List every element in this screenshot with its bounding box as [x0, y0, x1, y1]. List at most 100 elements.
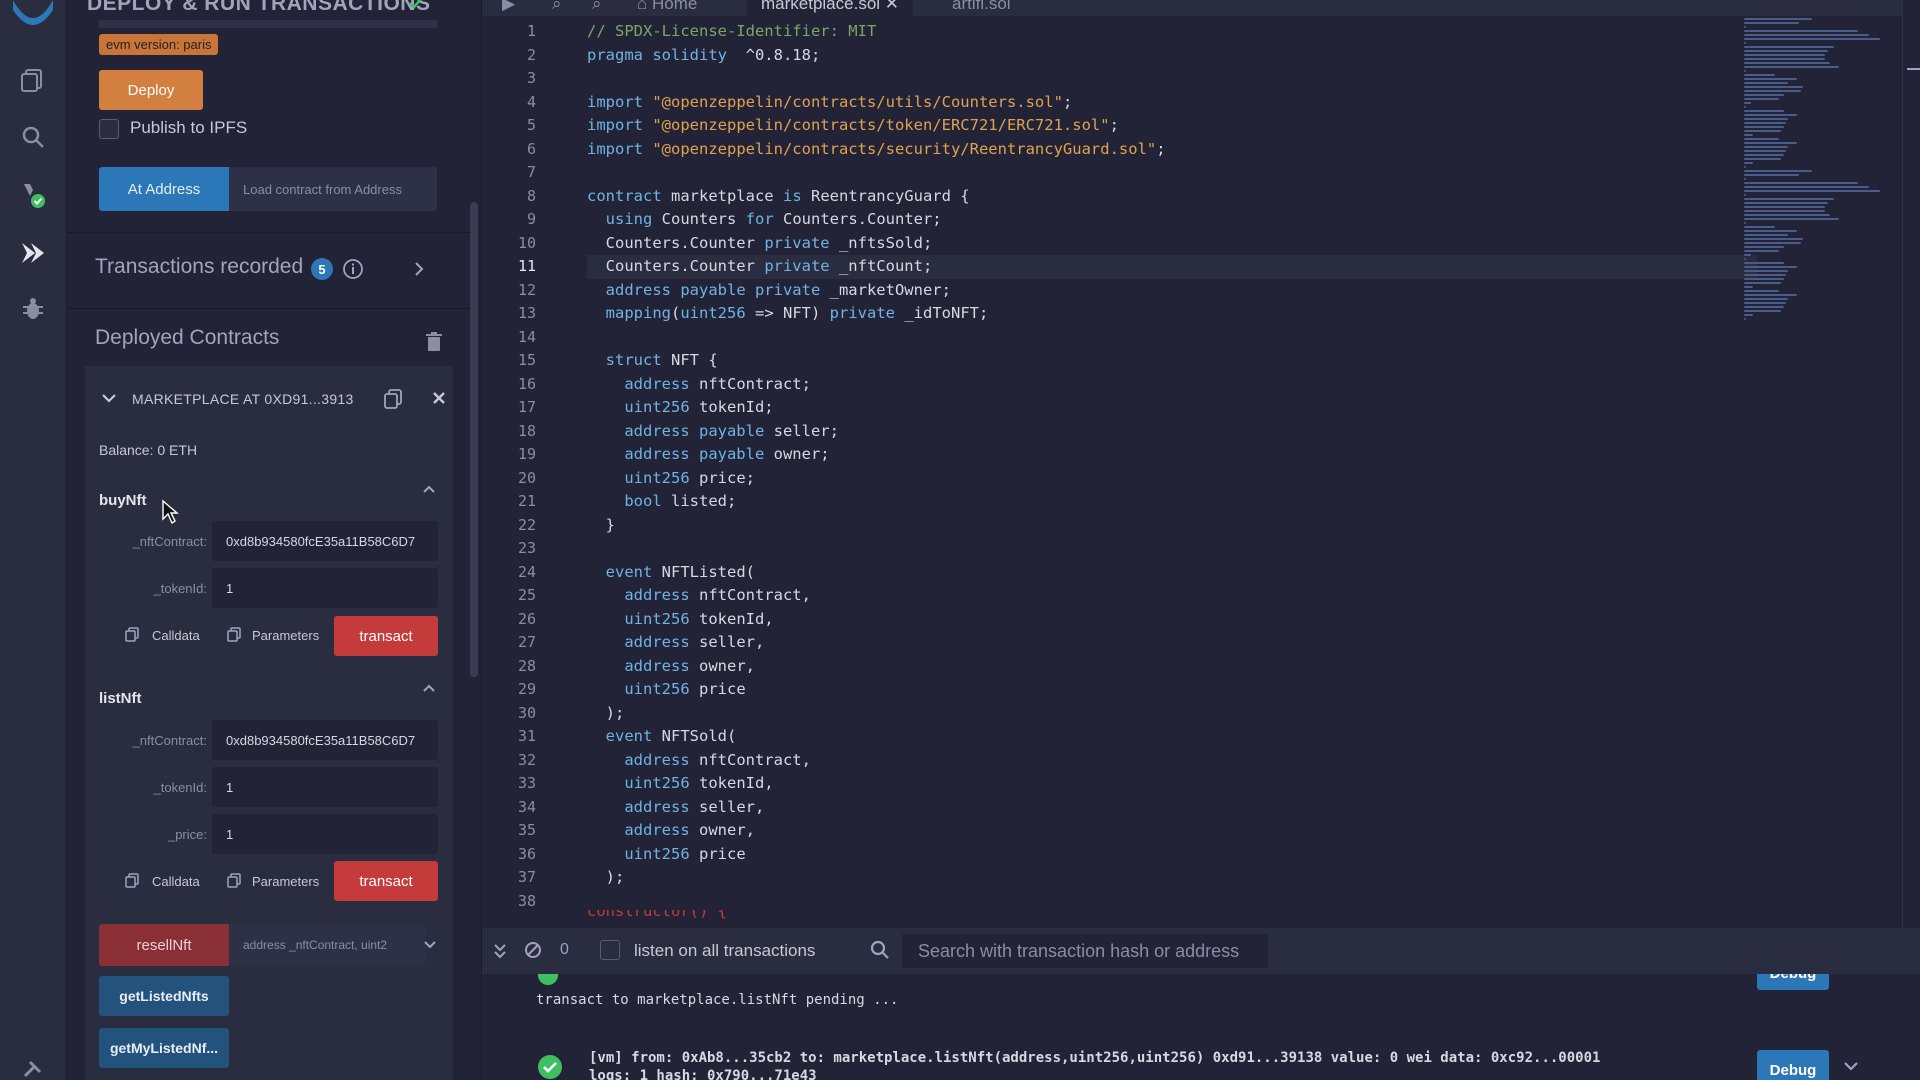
tab-marketplace[interactable]: marketplace.sol ✕ [747, 0, 914, 16]
remix-logo-icon[interactable] [10, 0, 56, 32]
code-line[interactable]: pragma solidity ^0.8.18; [587, 44, 1757, 68]
code-line[interactable]: Counters.Counter private _nftCount; [587, 255, 1757, 279]
chevron-down-icon[interactable] [101, 391, 117, 410]
code-line[interactable]: address nftContract, [587, 584, 1757, 608]
arg-input-tokenid[interactable]: 1 [212, 568, 438, 608]
parameters-label[interactable]: Parameters [252, 628, 319, 643]
info-icon[interactable] [342, 258, 364, 285]
chevron-right-icon[interactable] [412, 260, 426, 283]
debug-button[interactable]: Debug [1757, 1050, 1829, 1080]
code-line[interactable]: contract marketplace is ReentrancyGuard … [587, 185, 1757, 209]
code-line[interactable]: uint256 price [587, 843, 1757, 867]
function-name-buynft[interactable]: buyNft [99, 492, 147, 509]
code-line[interactable]: uint256 tokenId, [587, 772, 1757, 796]
code-line[interactable] [587, 161, 1757, 185]
code-line[interactable] [587, 67, 1757, 91]
chevron-up-icon[interactable] [422, 482, 436, 500]
code-line[interactable]: address seller, [587, 631, 1757, 655]
code-line[interactable] [587, 326, 1757, 350]
resell-args-input[interactable]: address _nftContract, uint2 [229, 924, 425, 966]
code-line[interactable]: address payable private _marketOwner; [587, 279, 1757, 303]
plugin-manager-icon[interactable] [18, 1054, 48, 1080]
run-icon[interactable]: ▶ [502, 0, 515, 14]
arg-input-nftcontract[interactable]: 0xd8b934580fcE35a11B58C6D7 [212, 720, 438, 760]
code-line[interactable]: ); [587, 702, 1757, 726]
zoom-out-icon[interactable]: ⌕ [552, 0, 562, 14]
zoom-in-icon[interactable]: ⌕ [592, 0, 602, 14]
code-line[interactable]: struct NFT { [587, 349, 1757, 373]
publish-ipfs-checkbox[interactable] [99, 119, 119, 139]
copy-parameters-icon[interactable] [227, 873, 241, 894]
file-explorer-icon[interactable] [18, 65, 48, 95]
search-icon[interactable] [18, 122, 48, 152]
code-line[interactable]: uint256 tokenId, [587, 608, 1757, 632]
deploy-button[interactable]: Deploy [99, 70, 203, 110]
calldata-label[interactable]: Calldata [152, 628, 200, 643]
code-line[interactable]: import "@openzeppelin/contracts/utils/Co… [587, 91, 1757, 115]
solidity-compiler-icon[interactable] [18, 180, 48, 210]
code-line[interactable]: // SPDX-License-Identifier: MIT [587, 20, 1757, 44]
code-line[interactable]: address nftContract; [587, 373, 1757, 397]
get-listed-nfts-button[interactable]: getListedNfts [99, 976, 229, 1016]
code-line[interactable]: address payable seller; [587, 420, 1757, 444]
get-my-listed-nfts-button[interactable]: getMyListedNf... [99, 1028, 229, 1068]
code-line[interactable] [587, 890, 1757, 914]
debug-button[interactable]: Debug [1757, 974, 1829, 990]
contract-instance-name[interactable]: MARKETPLACE AT 0XD91...3913 [132, 391, 354, 407]
code-line[interactable]: address owner, [587, 655, 1757, 679]
clear-console-icon[interactable] [524, 941, 542, 964]
listen-all-checkbox[interactable] [600, 940, 620, 960]
transact-button-listnft[interactable]: transact [334, 861, 438, 901]
close-tab-icon[interactable]: ✕ [880, 0, 899, 13]
code-line[interactable]: using Counters for Counters.Counter; [587, 208, 1757, 232]
code-line[interactable]: import "@openzeppelin/contracts/security… [587, 138, 1757, 162]
editor-scrollbar[interactable] [1902, 0, 1920, 928]
code-line[interactable]: } [587, 514, 1757, 538]
parameters-label[interactable]: Parameters [252, 874, 319, 889]
code-line[interactable]: Counters.Counter private _nftsSold; [587, 232, 1757, 256]
code-line[interactable]: uint256 price [587, 678, 1757, 702]
transactions-recorded-label[interactable]: Transactions recorded [95, 255, 303, 279]
code-line[interactable]: ); [587, 866, 1757, 890]
chevron-down-icon[interactable] [1842, 1060, 1860, 1079]
code-line[interactable]: event NFTSold( [587, 725, 1757, 749]
copy-calldata-icon[interactable] [125, 873, 139, 894]
load-contract-input[interactable]: Load contract from Address [229, 167, 437, 211]
at-address-button[interactable]: At Address [99, 167, 229, 211]
chevron-down-icon[interactable] [423, 938, 437, 956]
close-icon[interactable] [432, 391, 446, 410]
calldata-label[interactable]: Calldata [152, 874, 200, 889]
code-editor[interactable]: ▶ ⌕ ⌕ ⌂ Home marketplace.sol ✕ artifi.so… [482, 0, 1920, 928]
transact-button-buynft[interactable]: transact [334, 616, 438, 656]
deploy-run-icon[interactable] [18, 238, 48, 268]
collapse-terminal-icon[interactable] [492, 942, 508, 965]
code-line[interactable]: uint256 price; [587, 467, 1757, 491]
transaction-search-input[interactable]: Search with transaction hash or address [902, 934, 1268, 968]
minimap[interactable] [1744, 18, 1904, 418]
arg-input-tokenid[interactable]: 1 [212, 767, 438, 807]
code-line[interactable]: bool listed; [587, 490, 1757, 514]
function-name-listnft[interactable]: listNft [99, 690, 142, 707]
code-line[interactable]: import "@openzeppelin/contracts/token/ER… [587, 114, 1757, 138]
code-line[interactable]: address owner, [587, 819, 1757, 843]
transaction-log[interactable]: [vm] from: 0xAb8...35cb2 to: marketplace… [589, 1050, 1600, 1066]
chevron-up-icon[interactable] [422, 681, 436, 699]
arg-input-nftcontract[interactable]: 0xd8b934580fcE35a11B58C6D7 [212, 521, 438, 561]
trash-icon[interactable] [425, 332, 443, 357]
tab-home[interactable]: ⌂ Home [637, 0, 697, 14]
copy-calldata-icon[interactable] [125, 627, 139, 648]
copy-parameters-icon[interactable] [227, 627, 241, 648]
resell-nft-button[interactable]: resellNft [99, 924, 229, 966]
code-line[interactable]: uint256 tokenId; [587, 396, 1757, 420]
copy-icon[interactable] [383, 388, 403, 415]
code-line[interactable]: mapping(uint256 => NFT) private _idToNFT… [587, 302, 1757, 326]
code-line[interactable]: address seller, [587, 796, 1757, 820]
arg-input-price[interactable]: 1 [212, 814, 438, 854]
debugger-icon[interactable] [18, 294, 48, 324]
tab-artifi[interactable]: artifi.sol [952, 0, 1011, 14]
code-line[interactable] [587, 537, 1757, 561]
code-line[interactable]: address payable owner; [587, 443, 1757, 467]
code-line[interactable]: address nftContract, [587, 749, 1757, 773]
code-line[interactable]: event NFTListed( [587, 561, 1757, 585]
code-area[interactable]: // SPDX-License-Identifier: MIT pragma so… [587, 20, 1757, 913]
